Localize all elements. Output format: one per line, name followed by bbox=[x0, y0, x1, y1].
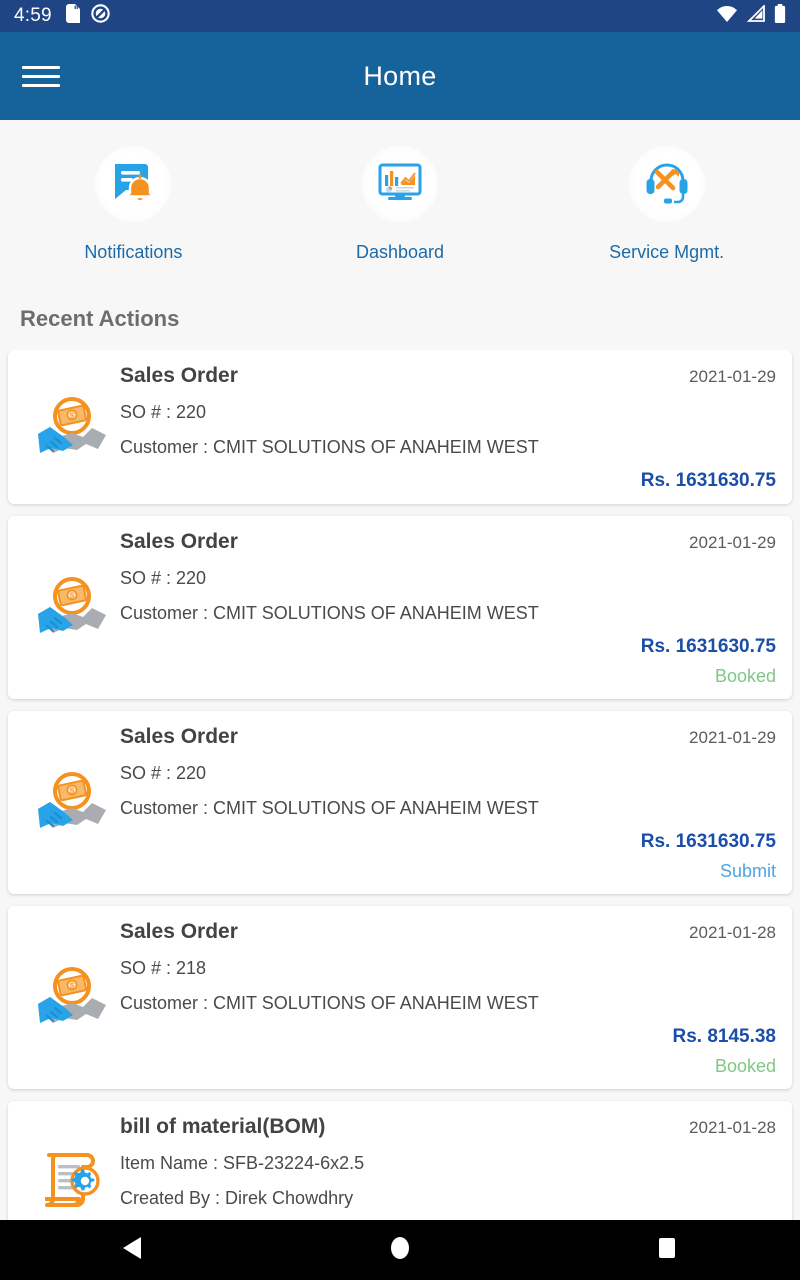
status-bar-right-icons bbox=[716, 3, 786, 28]
svg-text:$: $ bbox=[70, 982, 75, 991]
svg-text:$: $ bbox=[70, 592, 75, 601]
handshake-money-icon: $ bbox=[35, 389, 109, 468]
home-button[interactable] bbox=[340, 1234, 460, 1267]
status-bar: 4:59 bbox=[0, 0, 800, 32]
card-header-row: Sales Order 2021-01-29 bbox=[120, 530, 776, 554]
card-header-row: Sales Order 2021-01-29 bbox=[120, 364, 776, 388]
recent-action-card[interactable]: $ Sales Order 2021-01-29 SO # : 220 Customer… bbox=[8, 516, 792, 699]
back-button[interactable] bbox=[73, 1235, 193, 1266]
card-amount: Rs. 1631630.75 bbox=[640, 636, 776, 657]
dashboard-monitor-chart-icon bbox=[374, 156, 426, 213]
card-date: 2021-01-29 bbox=[689, 728, 776, 747]
svg-text:$: $ bbox=[70, 411, 75, 420]
recent-action-card[interactable]: $ Sales Order 2021-01-28 SO # : 218 Customer… bbox=[8, 906, 792, 1089]
card-body: Sales Order 2021-01-28 SO # : 218 Customer … bbox=[120, 920, 776, 1077]
card-amount: Rs. 1631630.75 bbox=[640, 831, 776, 852]
android-navigation-bar bbox=[0, 1220, 800, 1280]
handshake-money-icon: $ bbox=[35, 569, 109, 648]
card-detail-line-2: Customer : CMIT SOLUTIONS OF ANAHEIM WES… bbox=[120, 437, 539, 457]
quick-action-label: Dashboard bbox=[355, 242, 445, 262]
bom-scroll-gear-icon bbox=[35, 1143, 109, 1222]
recents-button[interactable] bbox=[607, 1235, 727, 1266]
recent-action-card[interactable]: $ Sales Order 2021-01-29 SO # : 220 Customer… bbox=[8, 350, 792, 504]
page-title: Home bbox=[363, 60, 437, 91]
notification-bell-chat-icon bbox=[107, 156, 159, 213]
card-header-row: Sales Order 2021-01-29 bbox=[120, 725, 776, 749]
card-amount: Rs. 1631630.75 bbox=[640, 470, 776, 491]
card-amount: Rs. 8145.38 bbox=[672, 1026, 776, 1047]
card-title: Sales Order bbox=[120, 725, 238, 748]
card-detail-line-1: Item Name : SFB-23224-6x2.5 bbox=[120, 1153, 365, 1173]
card-header-row: bill of material(BOM) 2021-01-28 bbox=[120, 1115, 776, 1139]
sd-card-icon bbox=[65, 4, 81, 28]
status-badge: Booked bbox=[714, 666, 776, 686]
card-body: Sales Order 2021-01-29 SO # : 220 Customer … bbox=[120, 725, 776, 882]
card-detail-line-1: SO # : 220 bbox=[120, 568, 207, 588]
card-footer: Rs. 1631630.75 bbox=[120, 458, 776, 492]
handshake-money-icon: $ bbox=[35, 764, 109, 843]
card-detail-line-2: Customer : CMIT SOLUTIONS OF ANAHEIM WES… bbox=[120, 993, 539, 1013]
card-icon: $ bbox=[24, 364, 120, 492]
triangle-back-icon bbox=[121, 1235, 145, 1266]
circle-home-icon bbox=[387, 1234, 413, 1267]
hamburger-menu-icon[interactable] bbox=[22, 65, 82, 87]
app-screen: 4:59 Home Notifications Dashboard Servic… bbox=[0, 0, 800, 1280]
do-not-disturb-icon bbox=[91, 4, 110, 28]
card-detail-line-2: Customer : CMIT SOLUTIONS OF ANAHEIM WES… bbox=[120, 603, 539, 623]
card-header-row: Sales Order 2021-01-28 bbox=[120, 920, 776, 944]
svg-text:$: $ bbox=[70, 787, 75, 796]
quick-action-notifications[interactable]: Notifications bbox=[0, 146, 267, 263]
quick-action-service-mgmt[interactable]: Service Mgmt. bbox=[533, 146, 800, 263]
card-detail-line-1: SO # : 218 bbox=[120, 958, 207, 978]
card-detail-line-2: Customer : CMIT SOLUTIONS OF ANAHEIM WES… bbox=[120, 798, 539, 818]
quick-action-icon-wrap bbox=[362, 146, 438, 222]
status-bar-clock: 4:59 bbox=[14, 5, 52, 26]
status-badge: Booked bbox=[714, 1056, 776, 1076]
card-title: Sales Order bbox=[120, 920, 238, 943]
card-date: 2021-01-28 bbox=[689, 923, 776, 942]
handshake-money-icon: $ bbox=[35, 959, 109, 1038]
card-body: Sales Order 2021-01-29 SO # : 220 Customer … bbox=[120, 530, 776, 687]
card-date: 2021-01-29 bbox=[689, 367, 776, 386]
card-body: Sales Order 2021-01-29 SO # : 220 Customer … bbox=[120, 364, 776, 492]
card-icon: $ bbox=[24, 920, 120, 1077]
card-footer: Rs. 1631630.75 Booked bbox=[120, 624, 776, 687]
card-icon: $ bbox=[24, 530, 120, 687]
app-bar: Home bbox=[0, 32, 800, 120]
recent-actions-list[interactable]: $ Sales Order 2021-01-29 SO # : 220 Customer… bbox=[0, 350, 800, 1280]
battery-icon bbox=[774, 4, 786, 28]
quick-action-dashboard[interactable]: Dashboard bbox=[267, 146, 534, 263]
card-title: bill of material(BOM) bbox=[120, 1115, 326, 1138]
quick-actions-row: Notifications Dashboard Service Mgmt. bbox=[0, 120, 800, 288]
card-title: Sales Order bbox=[120, 530, 238, 553]
recent-action-card[interactable]: $ Sales Order 2021-01-29 SO # : 220 Customer… bbox=[8, 711, 792, 894]
status-bar-left-icons bbox=[65, 4, 110, 28]
card-date: 2021-01-29 bbox=[689, 533, 776, 552]
card-detail-line-1: SO # : 220 bbox=[120, 402, 207, 422]
square-recents-icon bbox=[655, 1235, 679, 1266]
card-title: Sales Order bbox=[120, 364, 238, 387]
cellular-signal-icon bbox=[746, 3, 766, 28]
section-title: Recent Actions bbox=[20, 306, 180, 331]
card-footer: Rs. 1631630.75 Submit bbox=[120, 819, 776, 882]
quick-action-label: Notifications bbox=[84, 242, 183, 262]
card-icon: $ bbox=[24, 725, 120, 882]
recent-actions-header: Recent Actions bbox=[0, 288, 800, 350]
status-badge[interactable]: Submit bbox=[120, 861, 776, 882]
card-detail-line-1: SO # : 220 bbox=[120, 763, 207, 783]
card-detail-line-2: Created By : Direk Chowdhry bbox=[120, 1188, 354, 1208]
headset-tools-icon bbox=[641, 156, 693, 213]
quick-action-icon-wrap bbox=[628, 146, 705, 222]
card-footer: Rs. 8145.38 Booked bbox=[120, 1014, 776, 1077]
quick-action-icon-wrap bbox=[95, 146, 172, 222]
quick-action-label: Service Mgmt. bbox=[609, 242, 725, 262]
card-date: 2021-01-28 bbox=[689, 1118, 776, 1137]
wifi-icon bbox=[716, 5, 738, 28]
